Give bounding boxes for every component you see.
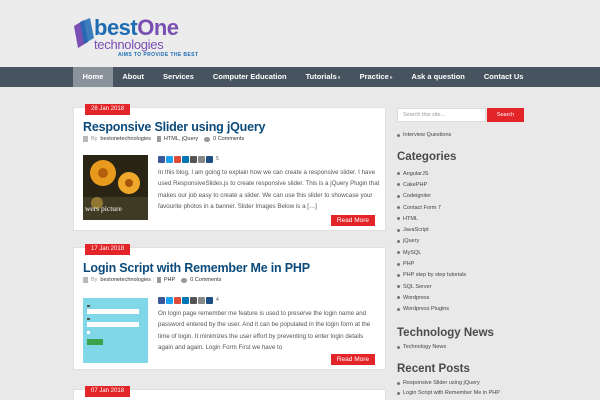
category-item[interactable]: HTML	[397, 213, 466, 224]
post-thumbnail[interactable]: wers picture	[83, 155, 148, 220]
category-item[interactable]: JavaScript	[397, 224, 466, 235]
digg-icon[interactable]	[206, 297, 213, 304]
nav-item-label: Tutorials	[305, 72, 337, 81]
category-item[interactable]: Codeigniter	[397, 191, 466, 202]
digg-icon[interactable]	[206, 156, 213, 163]
recent-posts-list: Responsive Slider using jQuery Login Scr…	[397, 380, 500, 396]
comments-icon	[181, 277, 188, 283]
post-comments[interactable]: 0 Comments	[190, 277, 221, 283]
recent-post-item[interactable]: Responsive Slider using jQuery	[397, 380, 500, 386]
post-meta: By bestonetechnologies PHP 0 Comments	[83, 277, 221, 283]
author-prefix: By	[91, 277, 98, 283]
post-categories[interactable]: HTML, jQuery	[164, 136, 198, 142]
nav-item-services[interactable]: Services	[154, 67, 204, 87]
nav-item-ask-a-question[interactable]: Ask a question	[402, 67, 474, 87]
nav-item-label: About	[122, 72, 145, 81]
post-card: 07 Jan 2018	[73, 386, 386, 400]
main-nav: Home About Services Computer Education T…	[0, 67, 600, 87]
share-buttons: 4	[158, 297, 219, 304]
recent-post-item[interactable]: Login Script with Remember Me in PHP	[397, 390, 500, 396]
category-item[interactable]: AngularJS	[397, 168, 466, 179]
google-plus-icon[interactable]	[174, 156, 181, 163]
recent-posts-heading: Recent Posts	[397, 363, 470, 375]
list-item[interactable]: Interview Questions	[397, 132, 451, 138]
author-prefix: By	[91, 136, 98, 142]
read-more-button[interactable]: Read More	[330, 215, 375, 226]
author-icon	[83, 136, 88, 142]
site-header: bestOne technologies AIMS TO PROVIDE THE…	[0, 0, 600, 67]
nav-item-label: Computer Education	[212, 72, 287, 81]
nav-item-label: Home	[82, 72, 104, 81]
facebook-icon[interactable]	[158, 297, 165, 304]
site-logo[interactable]: bestOne technologies AIMS TO PROVIDE THE…	[72, 14, 212, 62]
category-item[interactable]: PHP	[397, 258, 466, 269]
category-item[interactable]: jQuery	[397, 236, 466, 247]
chevron-right-icon: »	[389, 75, 393, 81]
nav-item-label: Contact Us	[483, 72, 524, 81]
nav-item-label: Practice	[359, 72, 389, 81]
nav-item-practice[interactable]: Practice»	[350, 67, 402, 87]
category-icon	[156, 136, 161, 142]
chevron-right-icon: »	[337, 75, 341, 81]
post-categories[interactable]: PHP	[164, 277, 175, 283]
post-card: 17 Jan 2018 Login Script with Remember M…	[73, 244, 386, 370]
share-count: 4	[216, 297, 219, 303]
post-title[interactable]: Login Script with Remember Me in PHP	[83, 261, 310, 275]
post-title[interactable]: Responsive Slider using jQuery	[83, 120, 265, 134]
post-author[interactable]: bestonetechnologies	[100, 136, 150, 142]
technology-news-list: Technology News	[397, 344, 446, 350]
post-author[interactable]: bestonetechnologies	[100, 277, 150, 283]
post-comments[interactable]: 0 Comments	[213, 136, 244, 142]
category-item[interactable]: SQL Server	[397, 281, 466, 292]
post-excerpt: On login page remember me feature is use…	[158, 310, 371, 352]
nav-item-label: Services	[163, 72, 194, 81]
post-date: 07 Jan 2018	[85, 386, 131, 397]
category-item[interactable]: Wordpress	[397, 292, 466, 303]
search-input[interactable]: Search this site...	[397, 108, 486, 122]
twitter-icon[interactable]	[166, 156, 173, 163]
nav-item-about[interactable]: About	[113, 67, 154, 87]
nav-item-tutorials[interactable]: Tutorials»	[296, 67, 350, 87]
post-card: 28 Jan 2018 Responsive Slider using jQue…	[73, 104, 386, 231]
category-item[interactable]: CakePHP	[397, 179, 466, 190]
share-count: 5	[216, 156, 219, 162]
share-icon[interactable]	[198, 156, 205, 163]
author-icon	[83, 277, 88, 283]
categories-heading: Categories	[397, 151, 457, 163]
comments-icon	[204, 136, 211, 142]
post-date: 17 Jan 2018	[85, 244, 131, 255]
category-item[interactable]: Contact Form 7	[397, 202, 466, 213]
search-button[interactable]: Search	[487, 108, 524, 122]
twitter-icon[interactable]	[166, 297, 173, 304]
linkedin-icon[interactable]	[182, 156, 189, 163]
login-form-image	[83, 298, 148, 363]
share-icon[interactable]	[198, 297, 205, 304]
thumbnail-caption: wers picture	[85, 204, 122, 213]
post-meta: By bestonetechnologies HTML, jQuery 0 Co…	[83, 136, 244, 142]
google-plus-icon[interactable]	[174, 297, 181, 304]
email-icon[interactable]	[190, 156, 197, 163]
technology-news-heading: Technology News	[397, 327, 494, 339]
post-date: 28 Jan 2018	[85, 104, 131, 115]
category-item[interactable]: MySQL	[397, 247, 466, 258]
logo-text: bestOne technologies	[94, 17, 179, 52]
post-excerpt: In this blog, I am going to explain how …	[158, 169, 380, 211]
linkedin-icon[interactable]	[182, 297, 189, 304]
list-item[interactable]: Technology News	[397, 344, 446, 350]
categories-list: AngularJS CakePHP Codeigniter Contact Fo…	[397, 168, 466, 315]
category-item[interactable]: PHP step by step tutorials	[397, 270, 466, 281]
nav-item-computer-education[interactable]: Computer Education	[203, 67, 296, 87]
logo-tagline: AIMS TO PROVIDE THE BEST	[118, 52, 199, 58]
facebook-icon[interactable]	[158, 156, 165, 163]
post-thumbnail[interactable]	[83, 298, 148, 363]
category-item[interactable]: Wordpress Plugins	[397, 304, 466, 315]
email-icon[interactable]	[190, 297, 197, 304]
top-links-list: Interview Questions	[397, 132, 451, 138]
nav-item-contact-us[interactable]: Contact Us	[474, 67, 533, 87]
nav-item-label: Ask a question	[411, 72, 465, 81]
share-buttons: 5	[158, 156, 219, 163]
category-icon	[156, 277, 161, 283]
read-more-button[interactable]: Read More	[330, 354, 375, 365]
nav-item-home[interactable]: Home	[73, 67, 113, 87]
